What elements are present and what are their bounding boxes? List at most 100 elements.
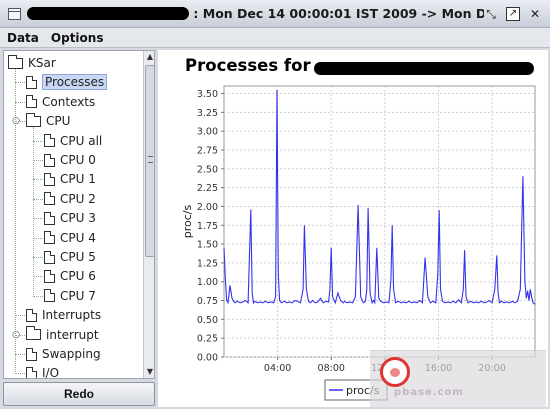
menubar: Data Options: [0, 28, 550, 48]
tree-item-i-o[interactable]: I/O: [26, 364, 60, 379]
document-icon: [26, 366, 37, 378]
document-icon: [26, 75, 37, 89]
tree-item-interrupt[interactable]: interrupt: [26, 326, 99, 344]
document-icon: [44, 134, 55, 148]
tree-connector-line: [33, 218, 43, 220]
tree-item-interrupts[interactable]: Interrupts: [26, 306, 101, 324]
y-axis-label: proc/s: [181, 204, 194, 238]
tree-connector-line: [33, 127, 34, 297]
y-tick-label: 2.50: [197, 164, 218, 175]
window-titlebar[interactable]: : Mon Dec 14 00:00:01 IST 2009 -> Mon De…: [0, 0, 550, 28]
document-icon: [26, 308, 37, 322]
document-icon: [44, 172, 55, 186]
tree-connector-line: [15, 69, 16, 375]
tree-scrollbar[interactable]: ▲ ▼: [143, 51, 154, 378]
folder-icon: [26, 326, 41, 341]
tree-connector-line: [33, 257, 43, 258]
restore-down-icon[interactable]: ⤡: [484, 7, 498, 21]
menu-options[interactable]: Options: [51, 31, 104, 45]
tree-item-label: CPU 0: [60, 153, 96, 167]
tree-connector-line: [15, 121, 25, 123]
watermark-logo-icon: [380, 357, 410, 387]
y-tick-label: 0.50: [197, 315, 218, 326]
redacted-hostname-block: [27, 7, 190, 20]
tree-connector-line: [15, 373, 25, 375]
document-icon: [44, 192, 55, 206]
menu-data[interactable]: Data: [7, 31, 39, 45]
y-tick-label: 0.75: [197, 296, 218, 307]
plot-area: [223, 85, 536, 358]
tree-item-label: CPU 6: [60, 269, 96, 284]
tree-item-cpu-4[interactable]: CPU 4: [44, 229, 96, 247]
y-tick-label: 3.50: [197, 89, 218, 100]
scroll-up-icon[interactable]: ▲: [144, 51, 154, 63]
maximize-icon[interactable]: ↗: [506, 6, 520, 21]
y-tick-label: 3.25: [197, 108, 218, 119]
tree-connector-line: [33, 140, 43, 142]
navigation-tree[interactable]: KSar Processes Contexts CPU ○ CPU all CPU 0 CPU…: [3, 50, 155, 379]
tree-connector-line: [15, 82, 25, 84]
scroll-down-icon[interactable]: ▼: [144, 366, 154, 378]
tree-connector-line: [33, 179, 43, 181]
tree-item-label: interrupt: [46, 327, 99, 342]
y-tick-label: 0.25: [197, 334, 218, 345]
document-icon: [26, 347, 37, 361]
tree-item-label: Processes: [42, 74, 108, 91]
tree-item-cpu-3[interactable]: CPU 3: [44, 209, 96, 227]
tree-item-cpu-5[interactable]: CPU 5: [44, 248, 96, 266]
tree-item-label: Contexts: [42, 94, 96, 109]
tree-connector-line: [15, 101, 25, 103]
tree-item-label: I/O: [42, 366, 60, 379]
tree-item-cpu-6[interactable]: CPU 6: [44, 267, 96, 285]
watermark: pbase.com: [370, 350, 546, 407]
tree-item-swapping[interactable]: Swapping: [26, 345, 101, 363]
y-tick-label: 1.25: [197, 258, 218, 269]
tree-connector-line: [33, 237, 43, 239]
tree-item-processes[interactable]: Processes: [26, 73, 108, 91]
tree-item-cpu-all[interactable]: CPU all: [44, 132, 102, 150]
tree-item-label: KSar: [28, 56, 56, 70]
close-icon[interactable]: ✕: [528, 7, 542, 21]
y-tick-label: 3.00: [197, 127, 218, 138]
tree-item-cpu-0[interactable]: CPU 0: [44, 151, 96, 169]
document-icon: [44, 269, 55, 283]
tree-item-contexts[interactable]: Contexts: [26, 93, 95, 111]
y-tick-label: 0.00: [197, 353, 218, 364]
tree-item-label: Swapping: [42, 347, 101, 361]
y-tick-label: 2.75: [197, 145, 218, 156]
tree-item-label: CPU 4: [60, 230, 96, 245]
y-tick-label: 1.50: [197, 240, 218, 251]
window-title: : Mon Dec 14 00:00:01 IST 2009 -> Mon De…: [193, 6, 484, 21]
tree-item-label: CPU: [46, 114, 71, 129]
tree-item-label: CPU 7: [60, 288, 96, 303]
redo-button[interactable]: Redo: [3, 382, 155, 406]
scrollbar-grip-icon: [148, 156, 153, 163]
document-icon: [44, 289, 55, 303]
tree-connector-line: [33, 160, 43, 161]
scrollbar-thumb[interactable]: [145, 65, 154, 257]
document-icon: [26, 95, 37, 109]
document-icon: [44, 231, 55, 245]
tree-connector-line: [33, 198, 43, 200]
watermark-text: pbase.com: [394, 387, 464, 398]
x-tick-label: 04:00: [264, 363, 291, 374]
tree-item-cpu-1[interactable]: CPU 1: [44, 170, 96, 188]
tree-item-cpu-7[interactable]: CPU 7: [44, 287, 96, 305]
document-icon: [44, 153, 55, 167]
tree-connector-line: [33, 295, 43, 297]
tree-item-label: CPU 1: [60, 172, 96, 187]
window-icon[interactable]: [8, 7, 22, 20]
y-tick-label: 2.00: [197, 202, 218, 213]
tree-item-cpu-2[interactable]: CPU 2: [44, 190, 96, 208]
y-tick-label: 1.75: [197, 221, 218, 232]
y-tick-label: 1.00: [197, 277, 218, 288]
tree-item-label: CPU 3: [60, 211, 96, 226]
tree-connector-line: [15, 334, 25, 336]
x-tick-label: 08:00: [318, 363, 345, 374]
tree-connector-line: [15, 354, 25, 355]
tree-item-label: Interrupts: [42, 308, 102, 323]
tree-item-label: CPU 2: [60, 191, 96, 206]
folder-icon: [26, 112, 41, 127]
tree-item-label: CPU all: [60, 133, 103, 148]
y-tick-label: 2.25: [197, 183, 218, 194]
